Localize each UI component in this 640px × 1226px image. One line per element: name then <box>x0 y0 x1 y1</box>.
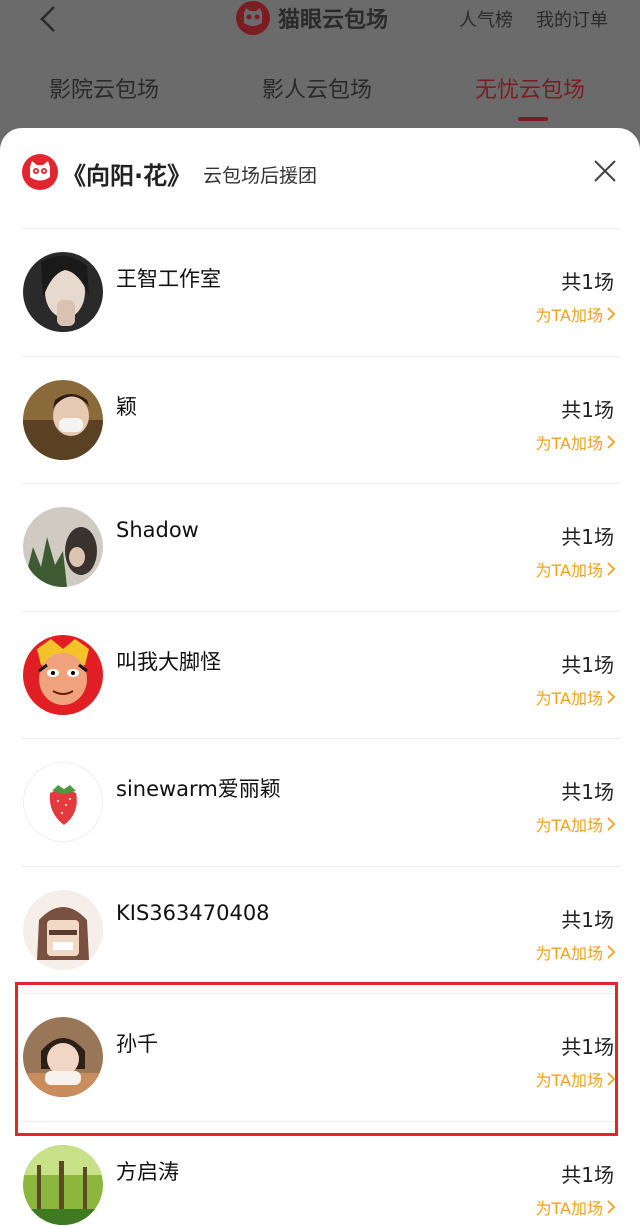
supporter-name: KIS363470408 <box>116 900 270 925</box>
session-count: 共1场 <box>561 1035 614 1059</box>
tab-worry-free[interactable]: 无忧云包场 <box>475 72 585 104</box>
tab-cinema[interactable]: 影院云包场 <box>49 72 159 104</box>
avatar[interactable] <box>23 634 103 715</box>
supporter-row[interactable]: 颖 共1场 为TA加场 <box>0 355 640 484</box>
add-session-link[interactable]: 为TA加场 <box>536 302 616 326</box>
brand: 猫眼云包场 <box>236 1 388 35</box>
supporter-name: 叫我大脚怪 <box>116 649 221 674</box>
supporter-list: 王智工作室 共1场 为TA加场 颖 共1场 为TA加场 Shadow 共1场 为… <box>0 228 640 1226</box>
app-title: 猫眼云包场 <box>278 8 389 33</box>
session-count: 共1场 <box>561 907 614 932</box>
avatar[interactable] <box>23 762 103 842</box>
avatar[interactable] <box>23 252 103 332</box>
add-session-link[interactable]: 为TA加场 <box>536 685 616 709</box>
supporter-row[interactable]: 叫我大脚怪 共1场 为TA加场 <box>0 610 640 739</box>
supporter-name: Shadow <box>116 518 199 542</box>
active-tab-indicator <box>518 117 548 121</box>
session-count: 共1场 <box>561 397 614 422</box>
chevron-right-icon <box>607 307 616 321</box>
popularity-rank-link[interactable]: 人气榜 <box>459 6 513 32</box>
supporter-row[interactable]: Shadow 共1场 为TA加场 <box>0 483 640 611</box>
supporter-row[interactable]: 孙千 共1场 为TA加场 <box>0 993 640 1121</box>
avatar[interactable] <box>23 507 103 587</box>
add-session-link[interactable]: 为TA加场 <box>536 1195 616 1219</box>
avatar[interactable] <box>23 379 103 460</box>
my-orders-link[interactable]: 我的订单 <box>536 6 608 32</box>
session-count: 共1场 <box>561 525 614 549</box>
chevron-right-icon <box>607 689 616 704</box>
add-session-link[interactable]: 为TA加场 <box>536 940 616 964</box>
sheet-header: 《向阳·花》 云包场后援团 <box>0 128 640 228</box>
add-session-link[interactable]: 为TA加场 <box>536 430 616 454</box>
tab-bar: 影院云包场 影人云包场 无忧云包场 <box>0 72 640 121</box>
supporter-row[interactable]: 王智工作室 共1场 为TA加场 <box>0 228 640 356</box>
supporter-name: sinewarm爱丽颖 <box>116 777 281 801</box>
supporter-name: 孙千 <box>116 1032 158 1056</box>
add-session-link[interactable]: 为TA加场 <box>536 557 616 581</box>
supporter-name: 颖 <box>116 394 137 419</box>
chevron-right-icon <box>607 1199 616 1214</box>
sheet-subtitle: 云包场后援团 <box>203 165 318 187</box>
chevron-right-icon <box>607 434 616 449</box>
supporter-name: 王智工作室 <box>116 267 221 291</box>
movie-title: 《向阳·花》 <box>62 162 192 190</box>
supporter-row[interactable]: KIS363470408 共1场 为TA加场 <box>0 865 640 994</box>
session-count: 共1场 <box>561 270 614 294</box>
supporters-sheet: 《向阳·花》 云包场后援团 王智工作室 共1场 为TA加场 颖 共1场 为TA加… <box>0 128 640 1226</box>
session-count: 共1场 <box>561 652 614 677</box>
chevron-right-icon <box>607 817 616 831</box>
top-bar: 猫眼云包场 人气榜 我的订单 <box>0 0 640 40</box>
add-session-link[interactable]: 为TA加场 <box>536 812 616 836</box>
close-icon[interactable] <box>592 158 618 184</box>
avatar[interactable] <box>23 1017 103 1097</box>
maoyan-cat-logo-icon <box>236 1 270 35</box>
chevron-right-icon <box>607 562 616 576</box>
avatar[interactable] <box>23 1144 103 1225</box>
chevron-right-icon <box>607 1072 616 1086</box>
supporter-name: 方启涛 <box>116 1159 179 1184</box>
add-session-link[interactable]: 为TA加场 <box>536 1067 616 1091</box>
avatar[interactable] <box>23 889 103 970</box>
tab-filmmaker[interactable]: 影人云包场 <box>262 72 372 104</box>
supporter-row[interactable]: sinewarm爱丽颖 共1场 为TA加场 <box>0 738 640 866</box>
maoyan-cat-logo-icon <box>22 154 58 190</box>
session-count: 共1场 <box>561 1162 614 1187</box>
back-arrow-icon[interactable] <box>34 4 64 34</box>
chevron-right-icon <box>607 944 616 959</box>
supporter-row[interactable]: 方启涛 共1场 为TA加场 <box>0 1120 640 1226</box>
session-count: 共1场 <box>561 780 614 804</box>
